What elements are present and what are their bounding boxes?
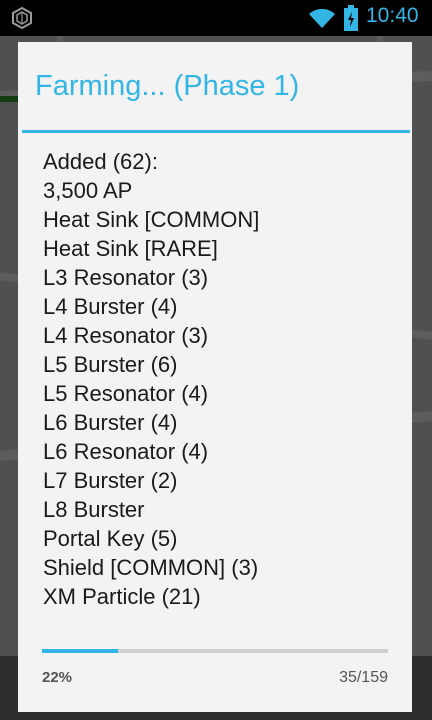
list-item: L8 Burster xyxy=(43,497,145,522)
list-item: L5 Resonator (4) xyxy=(43,381,209,406)
status-clock: 10:40 xyxy=(366,4,419,27)
list-item: 3,500 AP xyxy=(43,178,133,203)
list-item: Shield [COMMON] (3) xyxy=(43,555,259,580)
list-item: L5 Burster (6) xyxy=(43,352,178,377)
title-divider xyxy=(22,130,410,133)
list-item: L7 Burster (2) xyxy=(43,468,178,493)
progress-bar xyxy=(42,649,388,653)
progress-bar-fill xyxy=(42,649,119,653)
list-item: Heat Sink [RARE] xyxy=(43,236,218,261)
list-item: L6 Burster (4) xyxy=(43,410,178,435)
progress-count: 35/159 xyxy=(339,669,388,686)
list-item: Added (62): xyxy=(43,149,158,174)
list-item: Heat Sink [COMMON] xyxy=(43,207,260,232)
app-hexagon-icon xyxy=(12,6,32,30)
list-item: L4 Resonator (3) xyxy=(43,323,209,348)
list-item: L6 Resonator (4) xyxy=(43,439,209,464)
list-item: Portal Key (5) xyxy=(43,526,178,551)
battery-charging-icon xyxy=(344,5,358,31)
status-bar: 10:40 xyxy=(0,0,432,36)
wifi-icon xyxy=(309,8,335,28)
added-items-list: Added (62): 3,500 AP Heat Sink [COMMON] … xyxy=(43,147,259,611)
dialog-title: Farming... (Phase 1) xyxy=(35,70,300,102)
progress-percent: 22% xyxy=(42,669,73,686)
list-item: L3 Resonator (3) xyxy=(43,265,209,290)
list-item: L4 Burster (4) xyxy=(43,294,178,319)
list-item: XM Particle (21) xyxy=(43,584,201,609)
